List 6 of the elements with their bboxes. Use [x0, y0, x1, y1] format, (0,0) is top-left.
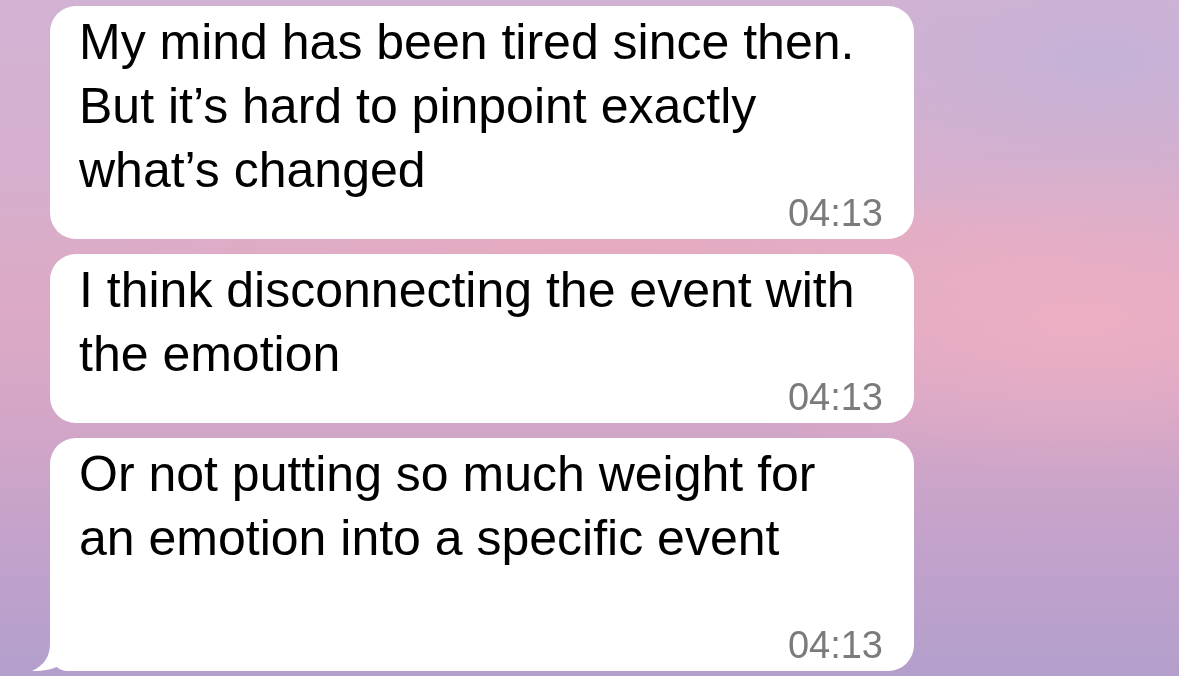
message-time: 04:13 [787, 383, 883, 411]
message-text: I think disconnecting the event with the emotion [79, 262, 855, 382]
message-time: 04:13 [787, 199, 883, 227]
message-text: My mind has been tired since then. But it’s hard to pinpoint exactly what’s changed [79, 14, 855, 198]
message-time: 04:13 [787, 631, 883, 659]
message-text: Or not putting so much weight for an emotion into a specific event [79, 446, 816, 566]
